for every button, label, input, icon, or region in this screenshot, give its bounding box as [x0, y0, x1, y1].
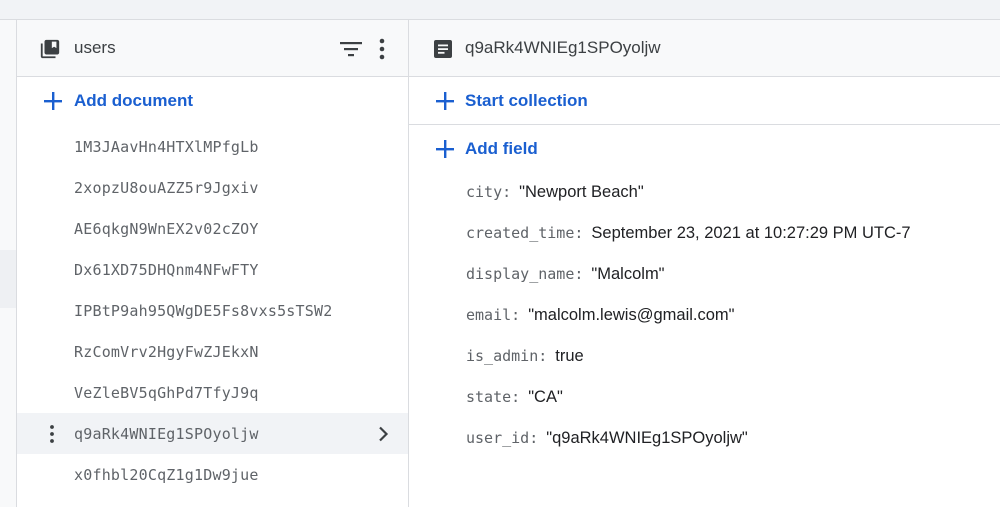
field-key: is_admin [466, 347, 539, 365]
field-key: email [466, 306, 512, 324]
document-id: 1M3JAavHn4HTXlMPfgLb [74, 137, 259, 156]
document-list-item-selected[interactable]: q9aRk4WNIEg1SPOyoljw [17, 413, 408, 454]
field-key: display_name [466, 265, 575, 283]
document-id: q9aRk4WNIEg1SPOyoljw [74, 424, 259, 443]
more-vert-icon[interactable] [45, 423, 59, 445]
document-list: 1M3JAavHn4HTXlMPfgLb 2xopzU8ouAZZ5r9Jgxi… [17, 126, 408, 495]
document-list-item[interactable]: x0fhbl20CqZ1g1Dw9jue [17, 454, 408, 495]
add-field-button[interactable]: Add field [409, 125, 1000, 173]
field-key: user_id [466, 429, 530, 447]
field-row[interactable]: city: "Newport Beach" [409, 172, 1000, 213]
field-value: "malcolm.lewis@gmail.com" [528, 306, 735, 324]
more-vert-icon[interactable] [373, 37, 391, 61]
collection-icon [40, 39, 60, 59]
field-value: true [555, 347, 584, 365]
field-row[interactable]: state: "CA" [409, 377, 1000, 418]
add-document-button[interactable]: Add document [17, 77, 408, 125]
collection-title: users [74, 38, 116, 57]
chevron-right-icon[interactable] [373, 424, 393, 444]
field-value: September 23, 2021 at 10:27:29 PM UTC-7 [591, 224, 911, 242]
field-value: "Newport Beach" [519, 183, 644, 201]
field-separator: : [538, 347, 548, 365]
plus-icon [436, 92, 454, 110]
field-list: city: "Newport Beach" created_time: Septem… [409, 172, 1000, 459]
document-list-item[interactable]: 2xopzU8ouAZZ5r9Jgxiv [17, 167, 408, 208]
top-bar [0, 0, 1000, 20]
field-key: created_time [466, 224, 575, 242]
document-id: IPBtP9ah95QWgDE5Fs8vxs5sTSW2 [74, 301, 333, 320]
field-row[interactable]: is_admin: true [409, 336, 1000, 377]
document-id: VeZleBV5qGhPd7TfyJ9q [74, 383, 259, 402]
field-key: city [466, 183, 503, 201]
document-id: AE6qkgN9WnEX2v02cZOY [74, 219, 259, 238]
field-separator: : [511, 306, 521, 324]
document-list-item[interactable]: RzComVrv2HgyFwZJEkxN [17, 331, 408, 372]
filter-icon[interactable] [339, 39, 363, 59]
document-title: q9aRk4WNIEg1SPOyoljw [465, 38, 661, 57]
field-row[interactable]: email: "malcolm.lewis@gmail.com" [409, 295, 1000, 336]
document-id: x0fhbl20CqZ1g1Dw9jue [74, 465, 259, 484]
document-list-item[interactable]: Dx61XD75DHQnm4NFwFTY [17, 249, 408, 290]
plus-icon [436, 140, 454, 158]
field-separator: : [574, 265, 584, 283]
field-row[interactable]: user_id: "q9aRk4WNIEg1SPOyoljw" [409, 418, 1000, 459]
document-list-item[interactable]: AE6qkgN9WnEX2v02cZOY [17, 208, 408, 249]
field-row[interactable]: display_name: "Malcolm" [409, 254, 1000, 295]
field-value: "q9aRk4WNIEg1SPOyoljw" [546, 429, 748, 447]
field-value: "CA" [528, 388, 563, 406]
field-row[interactable]: created_time: September 23, 2021 at 10:27… [409, 213, 1000, 254]
start-collection-label: Start collection [465, 91, 588, 110]
document-id: RzComVrv2HgyFwZJEkxN [74, 342, 259, 361]
document-panel: q9aRk4WNIEg1SPOyoljw Start collection Ad… [409, 20, 1000, 507]
start-collection-button[interactable]: Start collection [409, 77, 1000, 125]
add-field-label: Add field [465, 139, 538, 158]
document-list-item[interactable]: 1M3JAavHn4HTXlMPfgLb [17, 126, 408, 167]
add-document-label: Add document [74, 91, 193, 110]
plus-icon [44, 92, 62, 110]
left-column-highlight [0, 250, 16, 308]
document-list-item[interactable]: IPBtP9ah95QWgDE5Fs8vxs5sTSW2 [17, 290, 408, 331]
field-separator: : [502, 183, 512, 201]
field-value: "Malcolm" [591, 265, 665, 283]
document-list-item[interactable]: VeZleBV5qGhPd7TfyJ9q [17, 372, 408, 413]
collection-header: users [17, 20, 408, 77]
field-separator: : [511, 388, 521, 406]
document-icon [434, 40, 452, 58]
document-id: Dx61XD75DHQnm4NFwFTY [74, 260, 259, 279]
field-separator: : [529, 429, 539, 447]
document-id: 2xopzU8ouAZZ5r9Jgxiv [74, 178, 259, 197]
left-column-edge [0, 20, 17, 507]
document-header: q9aRk4WNIEg1SPOyoljw [409, 20, 1000, 77]
collection-panel: users Add document 1M3JAavHn4HTXlMPfgLb … [17, 20, 409, 507]
field-key: state [466, 388, 512, 406]
field-separator: : [574, 224, 584, 242]
